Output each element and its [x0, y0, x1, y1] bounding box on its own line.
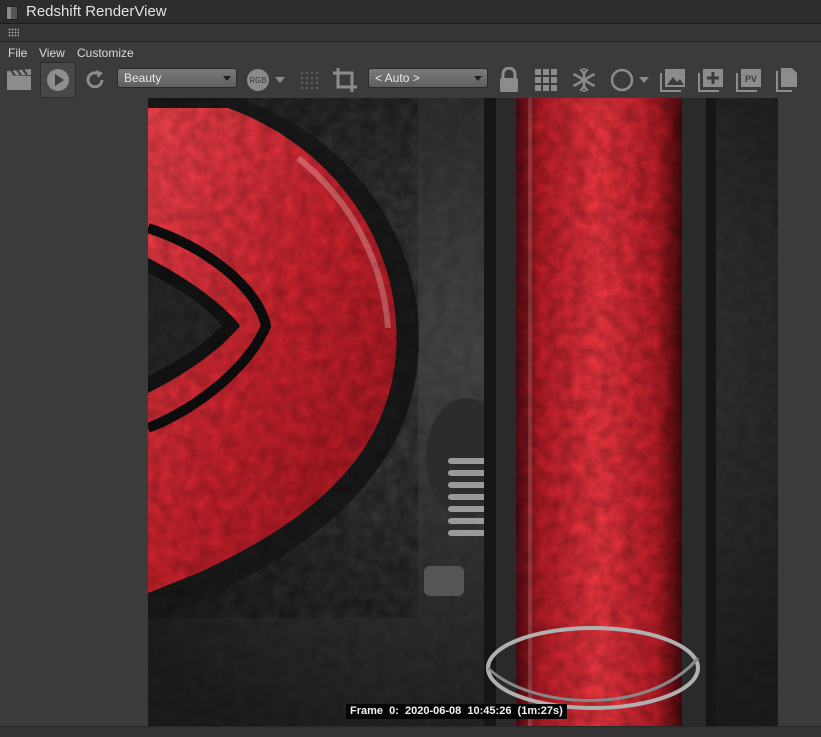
pv-icon[interactable]: PV [736, 66, 762, 94]
render-viewport[interactable] [148, 98, 778, 726]
lock-icon[interactable] [496, 66, 522, 94]
refresh-icon[interactable] [82, 66, 108, 94]
frame-info-label: Frame 0: 2020-06-08 10:45:26 (1m:27s) [346, 704, 567, 719]
menu-customize[interactable]: Customize [77, 46, 134, 60]
circle-icon[interactable] [609, 66, 635, 94]
dots-grid-icon[interactable] [296, 66, 322, 94]
panel-grip-bar[interactable] [0, 24, 821, 42]
rgb-channel-icon[interactable]: RGB [245, 66, 271, 94]
pv-label: PV [745, 74, 757, 84]
menu-view[interactable]: View [39, 46, 65, 60]
chevron-down-icon [223, 76, 231, 81]
dropdown-caret-icon[interactable] [272, 66, 288, 94]
render-image [148, 98, 778, 726]
add-image-icon[interactable] [698, 66, 724, 94]
image-icon[interactable] [660, 66, 686, 94]
left-panel [0, 98, 148, 726]
crop-dropdown[interactable]: < Auto > [368, 68, 488, 88]
drag-handle-icon[interactable] [8, 28, 19, 37]
start-render-button[interactable] [40, 62, 76, 98]
crop-icon[interactable] [332, 66, 358, 94]
copy-icon[interactable] [774, 66, 800, 94]
aov-dropdown-value: Beauty [124, 71, 162, 85]
title-bar: Redshift RenderView [0, 0, 821, 24]
aov-dropdown[interactable]: Beauty [117, 68, 237, 88]
status-bar [0, 726, 821, 737]
crop-dropdown-value: < Auto > [375, 71, 420, 85]
snowflake-icon[interactable] [571, 66, 597, 94]
right-panel [778, 98, 821, 726]
dropdown-caret-icon[interactable] [636, 66, 652, 94]
app-window-icon [6, 6, 18, 20]
chevron-down-icon [474, 76, 482, 81]
menu-bar: File View Customize [0, 44, 821, 62]
clapperboard-icon[interactable] [6, 66, 32, 94]
window-title: Redshift RenderView [26, 3, 167, 20]
play-icon [47, 69, 69, 91]
rgb-label: RGB [249, 76, 266, 85]
menu-file[interactable]: File [8, 46, 27, 60]
grid-icon[interactable] [533, 66, 559, 94]
